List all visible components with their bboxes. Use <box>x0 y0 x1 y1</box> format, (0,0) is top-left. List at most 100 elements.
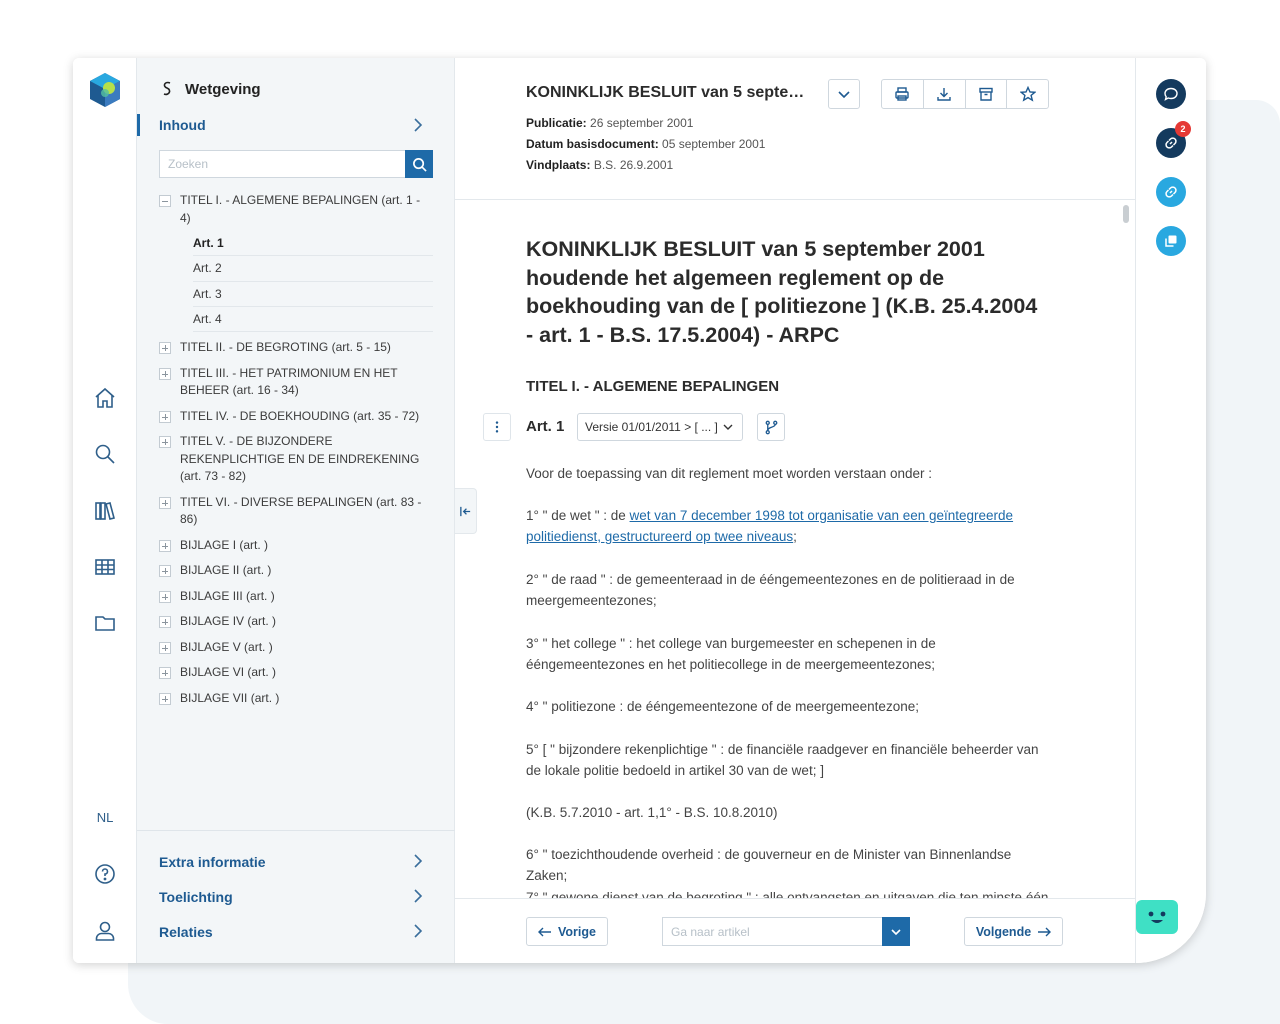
expand-icon[interactable] <box>159 692 171 705</box>
article-paragraph: (K.B. 5.7.2010 - art. 1,1° - B.S. 10.8.2… <box>526 805 778 820</box>
tree-item-label: TITEL V. - DE BIJZONDERE REKENPLICHTIGE … <box>180 434 420 484</box>
related-links-button[interactable] <box>1156 177 1186 207</box>
inhoud-section-toggle[interactable]: Inhoud <box>137 114 455 136</box>
library-icon[interactable] <box>93 499 117 523</box>
tree-item-bijlage-5[interactable]: BIJLAGE V (art. ) <box>159 639 433 657</box>
version-value: Versie 01/01/2011 > [ ... ] <box>585 420 718 434</box>
language-switch[interactable]: NL <box>73 810 137 825</box>
tree-item-label: BIJLAGE IV (art. ) <box>180 614 277 629</box>
user-icon[interactable] <box>93 919 117 943</box>
expand-icon[interactable] <box>159 565 171 578</box>
search-icon[interactable] <box>93 442 117 466</box>
tree-item-bijlage-2[interactable]: BIJLAGE II (art. ) <box>159 562 433 580</box>
meta-datum: Datum basisdocument: 05 september 2001 <box>526 137 765 151</box>
expand-icon[interactable] <box>159 342 171 355</box>
arrow-left-icon <box>538 927 551 936</box>
links-button[interactable]: 2 <box>1156 121 1191 158</box>
favorite-button[interactable] <box>1007 80 1048 108</box>
tree-item-art-3[interactable]: Art. 3 <box>193 282 433 307</box>
next-label: Volgende <box>975 924 1032 939</box>
tree-item-art-4[interactable]: Art. 4 <box>193 307 433 333</box>
left-rail: NL <box>73 58 137 963</box>
extra-informatie-link[interactable]: Extra informatie <box>159 854 266 870</box>
goto-article <box>662 917 910 946</box>
article-paragraph: 2° " de raad " : de gemeenteraad in de é… <box>526 572 1015 608</box>
print-button[interactable] <box>882 80 924 108</box>
tree-item-label: BIJLAGE II (art. ) <box>180 563 272 578</box>
tree-item-label: TITEL IV. - DE BOEKHOUDING (art. 35 - 72… <box>180 408 420 423</box>
expand-icon[interactable] <box>159 539 171 552</box>
tree-item-titel-3[interactable]: TITEL III. - HET PATRIMONIUM EN HET BEHE… <box>159 365 433 400</box>
article-paragraph: 6° " toezichthoudende overheid : de gouv… <box>526 847 1012 883</box>
title-dropdown-button[interactable] <box>828 79 860 109</box>
collapse-icon[interactable] <box>159 195 171 207</box>
inhoud-label: Inhoud <box>159 117 206 133</box>
folder-icon[interactable] <box>93 611 117 635</box>
tree-item-titel-6[interactable]: TITEL VI. - DIVERSE BEPALINGEN (art. 83 … <box>159 494 433 529</box>
toc-search-input[interactable] <box>159 150 405 178</box>
scrollbar-thumb[interactable] <box>1123 205 1129 223</box>
help-icon[interactable] <box>93 862 117 886</box>
chevron-down-icon <box>723 424 733 430</box>
expand-icon[interactable] <box>159 616 171 629</box>
chevron-right-icon <box>413 118 423 132</box>
goto-article-dropdown[interactable] <box>882 917 910 946</box>
chatbot-button[interactable] <box>1136 900 1178 934</box>
active-indicator <box>137 114 140 136</box>
print-icon <box>895 87 910 101</box>
expand-icon[interactable] <box>159 436 171 449</box>
tree-item-titel-1[interactable]: TITEL I. - ALGEMENE BEPALINGEN (art. 1 -… <box>159 192 433 227</box>
tree-item-titel-5[interactable]: TITEL V. - DE BIJZONDERE REKENPLICHTIGE … <box>159 433 433 486</box>
document-header: KONINKLIJK BESLUIT van 5 septem… Publica… <box>455 58 1135 200</box>
expand-icon[interactable] <box>159 367 171 380</box>
download-button[interactable] <box>924 80 966 108</box>
expand-icon[interactable] <box>159 410 171 423</box>
article-menu-button[interactable] <box>483 413 511 441</box>
copy-button[interactable] <box>1156 226 1186 256</box>
toelichting-link[interactable]: Toelichting <box>159 889 233 905</box>
expand-icon[interactable] <box>159 590 171 603</box>
previous-button[interactable]: Vorige <box>526 917 608 946</box>
meta-value: 05 september 2001 <box>662 137 766 151</box>
app-logo[interactable] <box>87 72 123 108</box>
tree-item-titel-2[interactable]: TITEL II. - DE BEGROTING (art. 5 - 15) <box>159 339 433 357</box>
arrow-right-icon <box>1038 927 1052 936</box>
tree-item-bijlage-6[interactable]: BIJLAGE VI (art. ) <box>159 664 433 682</box>
expand-icon[interactable] <box>159 641 171 654</box>
chevron-down-icon <box>838 91 850 99</box>
document-toolbar <box>881 79 1049 109</box>
relaties-link[interactable]: Relaties <box>159 924 213 940</box>
comments-button[interactable] <box>1156 79 1186 109</box>
tree-item-art-1[interactable]: Art. 1 <box>193 231 433 257</box>
home-icon[interactable] <box>93 386 117 410</box>
expand-icon[interactable] <box>159 667 171 680</box>
tree-item-bijlage-1[interactable]: BIJLAGE I (art. ) <box>159 537 433 555</box>
collapse-panel-button[interactable] <box>455 488 477 534</box>
document-title: KONINKLIJK BESLUIT van 5 september 2001 … <box>526 237 1038 347</box>
collapse-left-icon <box>460 506 471 516</box>
toc-search-button[interactable] <box>405 150 433 178</box>
tree-item-label: TITEL II. - DE BEGROTING (art. 5 - 15) <box>180 340 391 355</box>
section-title: TITEL I. - ALGEMENE BEPALINGEN <box>526 378 780 395</box>
next-button[interactable]: Volgende <box>964 917 1063 946</box>
table-icon[interactable] <box>93 555 117 579</box>
tree-item-bijlage-4[interactable]: BIJLAGE IV (art. ) <box>159 613 433 631</box>
article-paragraph: 3° " het college " : het college van bur… <box>526 636 936 672</box>
version-compare-button[interactable] <box>757 413 785 441</box>
tree-item-bijlage-7[interactable]: BIJLAGE VII (art. ) <box>159 690 433 708</box>
meta-label: Publicatie: <box>526 116 587 130</box>
archive-button[interactable] <box>966 80 1008 108</box>
branch-icon <box>765 420 777 434</box>
article-label: Art. 1 <box>526 418 565 435</box>
tree-item-titel-4[interactable]: TITEL IV. - DE BOEKHOUDING (art. 35 - 72… <box>159 408 433 426</box>
tree-item-art-2[interactable]: Art. 2 <box>193 256 433 282</box>
expand-icon[interactable] <box>159 496 171 509</box>
tree-item-label: BIJLAGE I (art. ) <box>180 537 269 552</box>
version-select[interactable]: Versie 01/01/2011 > [ ... ] <box>577 413 743 441</box>
tree-item-label: TITEL VI. - DIVERSE BEPALINGEN (art. 83 … <box>180 494 422 527</box>
goto-article-input[interactable] <box>662 917 882 946</box>
chevron-right-icon <box>413 889 423 903</box>
app-window: NL Wetgeving Inhoud Zoeken TITEL I. - AL… <box>73 58 1206 963</box>
article-paragraph: 5° [ " bijzondere rekenplichtige " : de … <box>526 742 1039 778</box>
tree-item-bijlage-3[interactable]: BIJLAGE III (art. ) <box>159 588 433 606</box>
